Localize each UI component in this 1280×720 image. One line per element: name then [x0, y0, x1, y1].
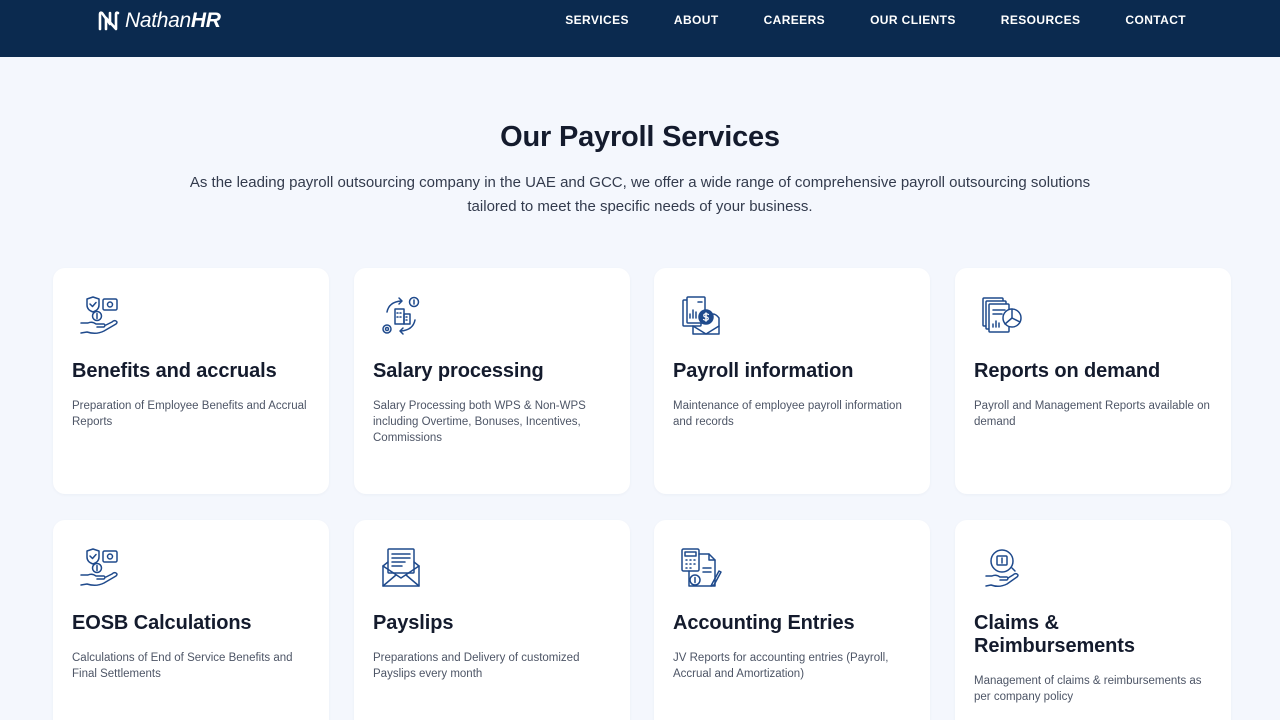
service-card-salary[interactable]: Salary processing Salary Processing both… — [354, 268, 630, 494]
nav-resources[interactable]: RESOURCES — [1001, 13, 1081, 27]
nav-contact[interactable]: CONTACT — [1125, 13, 1186, 27]
card-title: Claims & Reimbursements — [974, 612, 1135, 657]
logo-mark-icon — [98, 11, 120, 31]
card-description: Calculations of End of Service Benefits … — [72, 652, 293, 680]
hand-money-icon — [78, 546, 122, 590]
service-card-payroll-info[interactable]: Payroll information Maintenance of emplo… — [654, 268, 930, 494]
main-nav: SERVICES ABOUT CAREERS OUR CLIENTS RESOU… — [565, 13, 1186, 27]
section-subtitle: As the leading payroll outsourcing compa… — [189, 174, 1091, 215]
card-title: EOSB Calculations — [72, 612, 252, 634]
hand-money-icon — [78, 294, 122, 338]
card-title: Benefits and accruals — [72, 360, 277, 382]
card-description: Management of claims & reimbursements as… — [974, 675, 1202, 703]
salary-cycle-icon — [379, 294, 423, 338]
nav-about[interactable]: ABOUT — [674, 13, 719, 27]
brand-logo[interactable]: NathanHR — [96, 8, 221, 34]
service-card-reports[interactable]: Reports on demand Payroll and Management… — [955, 268, 1231, 494]
card-description: Preparations and Delivery of customized … — [373, 652, 580, 680]
nav-our-clients[interactable]: OUR CLIENTS — [870, 13, 956, 27]
nav-services[interactable]: SERVICES — [565, 13, 629, 27]
calculator-doc-icon — [679, 546, 723, 590]
payslip-envelope-icon — [379, 546, 423, 590]
nav-careers[interactable]: CAREERS — [764, 13, 825, 27]
service-card-benefits[interactable]: Benefits and accruals Preparation of Emp… — [53, 268, 329, 494]
card-description: Maintenance of employee payroll informat… — [673, 400, 902, 428]
report-chart-icon — [980, 294, 1024, 338]
card-title: Payroll information — [673, 360, 854, 382]
card-description: Salary Processing both WPS & Non-WPS inc… — [373, 400, 586, 444]
card-title: Salary processing — [373, 360, 544, 382]
card-title: Reports on demand — [974, 360, 1161, 382]
card-title: Accounting Entries — [673, 612, 855, 634]
brand-name: NathanHR — [125, 9, 221, 33]
service-card-claims[interactable]: Claims & Reimbursements Management of cl… — [955, 520, 1231, 720]
card-description: Payroll and Management Reports available… — [974, 400, 1210, 428]
service-card-accounting[interactable]: Accounting Entries JV Reports for accoun… — [654, 520, 930, 720]
brand-name-bold: HR — [190, 9, 221, 32]
section-title: Our Payroll Services — [500, 121, 780, 153]
brand-name-regular: Nathan — [125, 9, 191, 32]
service-card-payslips[interactable]: Payslips Preparations and Delivery of cu… — [354, 520, 630, 720]
claims-hand-icon — [980, 546, 1024, 590]
card-description: Preparation of Employee Benefits and Acc… — [72, 400, 307, 428]
service-card-eosb[interactable]: EOSB Calculations Calculations of End of… — [53, 520, 329, 720]
card-description: JV Reports for accounting entries (Payro… — [673, 652, 889, 680]
top-navbar: NathanHR SERVICES ABOUT CAREERS OUR CLIE… — [0, 0, 1280, 57]
card-title: Payslips — [373, 612, 454, 634]
payroll-docs-icon — [679, 294, 723, 338]
